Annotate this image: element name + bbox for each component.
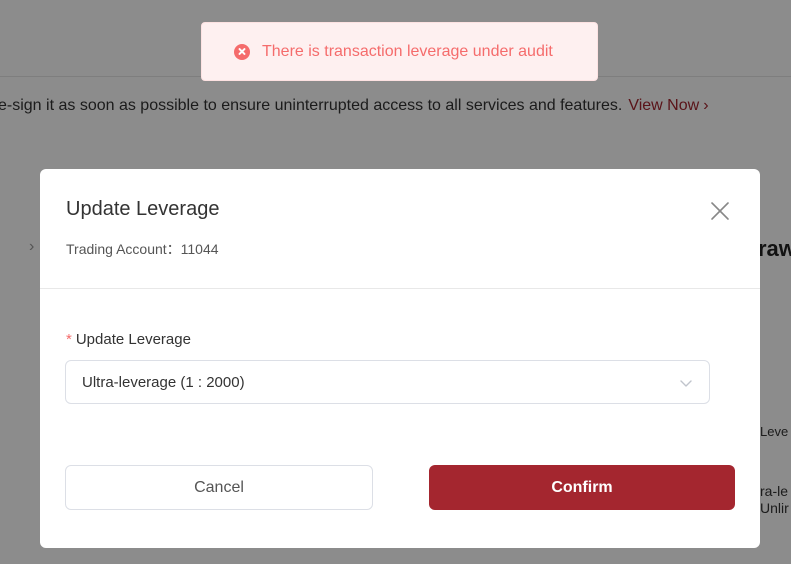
update-leverage-dialog: Update Leverage Trading Account：11044 * U… [40,169,760,548]
error-toast: There is transaction leverage under audi… [201,22,598,81]
confirm-button[interactable]: Confirm [429,465,735,510]
page: e-sign it as soon as possible to ensure … [0,0,791,564]
chevron-down-icon [680,380,692,387]
dialog-divider [40,288,760,289]
leverage-field-label-text: Update Leverage [75,331,191,348]
leverage-select[interactable]: Ultra-leverage (1 : 2000) [65,360,710,404]
close-icon [711,202,729,220]
leverage-field-label: * Update Leverage [66,331,191,348]
required-mark: * [66,331,72,348]
error-circle-icon [234,43,250,60]
dialog-title: Update Leverage [66,198,220,220]
close-button[interactable] [708,199,732,223]
cancel-button[interactable]: Cancel [65,465,373,510]
leverage-select-value: Ultra-leverage (1 : 2000) [82,373,245,391]
toast-message: There is transaction leverage under audi… [262,42,553,60]
trading-account-label: Trading Account：11044 [66,241,219,257]
